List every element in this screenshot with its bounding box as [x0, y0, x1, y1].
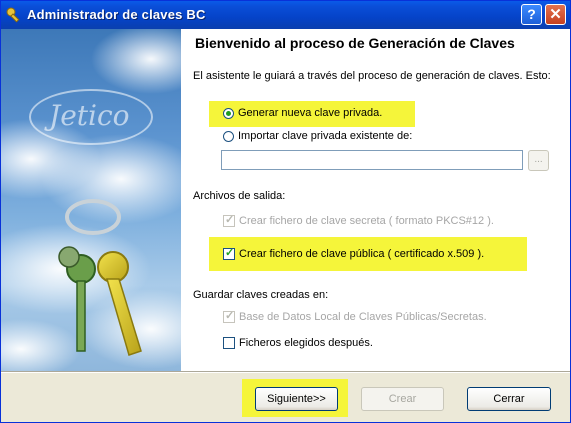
window-title: Administrador de claves BC [27, 7, 206, 22]
key-app-icon [6, 7, 20, 23]
public-key-file-check[interactable]: ✓ [223, 247, 235, 260]
files-later-checkbox[interactable]: Ficheros elegidos después. [223, 337, 373, 349]
close-window-button[interactable]: ✕ [545, 4, 566, 25]
public-key-file-checkbox[interactable]: ✓ Crear fichero de clave pública ( certi… [223, 247, 485, 260]
title-bar[interactable]: Administrador de claves BC ? ✕ [1, 1, 570, 29]
files-later-check[interactable] [223, 337, 235, 349]
button-bar-divider [1, 371, 570, 373]
import-key-radio-circle[interactable] [223, 130, 234, 142]
next-button[interactable]: Siguiente>> [255, 387, 338, 411]
browse-button[interactable]: ... [528, 150, 549, 171]
output-files-label: Archivos de salida: [193, 190, 286, 202]
clouds-keys-illustration [1, 29, 181, 371]
help-button[interactable]: ? [521, 4, 542, 25]
public-key-file-label: Crear fichero de clave pública ( certifi… [239, 248, 485, 260]
secret-key-file-checkbox[interactable]: ✓ Crear fichero de clave secreta ( forma… [223, 214, 494, 227]
generate-key-radio-circle[interactable] [223, 107, 234, 119]
generate-key-label: Generar nueva clave privada. [238, 107, 383, 119]
save-keys-label: Guardar claves creadas en: [193, 289, 329, 301]
secret-key-file-check[interactable]: ✓ [223, 214, 235, 227]
local-db-checkbox[interactable]: ✓ Base de Datos Local de Claves Públicas… [223, 310, 487, 323]
close-button[interactable]: Cerrar [467, 387, 551, 411]
create-button[interactable]: Crear [361, 387, 444, 411]
close-icon: ✕ [549, 6, 562, 23]
jetico-logo: Jetico [29, 89, 153, 145]
page-title: Bienvenido al proceso de Generación de C… [195, 35, 515, 51]
local-db-label: Base de Datos Local de Claves Públicas/S… [239, 311, 487, 323]
import-path-input[interactable] [221, 150, 523, 170]
import-key-radio[interactable]: Importar clave privada existente de: [223, 130, 412, 142]
generate-key-radio[interactable]: Generar nueva clave privada. [223, 107, 382, 119]
wizard-window: Administrador de claves BC ? ✕ Jetico Bi… [0, 0, 571, 423]
files-later-label: Ficheros elegidos después. [239, 337, 373, 349]
intro-text: El asistente le guiará a través del proc… [193, 70, 551, 82]
import-key-label: Importar clave privada existente de: [238, 130, 413, 142]
local-db-check[interactable]: ✓ [223, 310, 235, 323]
wizard-content: Bienvenido al proceso de Generación de C… [181, 29, 570, 371]
secret-key-file-label: Crear fichero de clave secreta ( formato… [239, 215, 494, 227]
help-icon: ? [527, 6, 536, 22]
wizard-banner-image: Jetico [1, 29, 181, 371]
